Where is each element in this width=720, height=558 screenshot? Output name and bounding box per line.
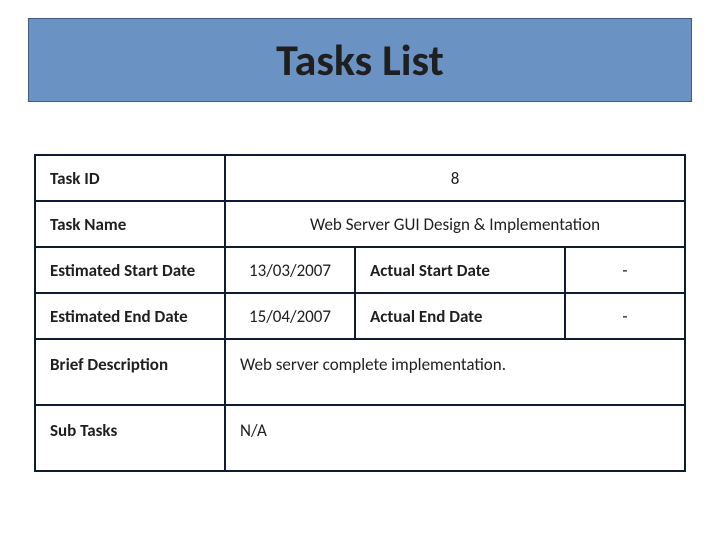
value-task-id: 8 bbox=[225, 155, 685, 201]
row-task-name: Task Name Web Server GUI Design & Implem… bbox=[35, 201, 685, 247]
row-task-id: Task ID 8 bbox=[35, 155, 685, 201]
title-banner: Tasks List bbox=[28, 18, 692, 102]
label-task-id: Task ID bbox=[35, 155, 225, 201]
row-est-end: Estimated End Date 15/04/2007 Actual End… bbox=[35, 293, 685, 339]
value-est-end: 15/04/2007 bbox=[225, 293, 355, 339]
value-task-name: Web Server GUI Design & Implementation bbox=[225, 201, 685, 247]
task-table: Task ID 8 Task Name Web Server GUI Desig… bbox=[34, 154, 686, 472]
label-sub-tasks: Sub Tasks bbox=[35, 405, 225, 471]
page-title: Tasks List bbox=[276, 33, 444, 87]
label-actual-start: Actual Start Date bbox=[355, 247, 565, 293]
row-sub-tasks: Sub Tasks N/A bbox=[35, 405, 685, 471]
row-brief-desc: Brief Description Web server complete im… bbox=[35, 339, 685, 405]
row-est-start: Estimated Start Date 13/03/2007 Actual S… bbox=[35, 247, 685, 293]
value-sub-tasks: N/A bbox=[225, 405, 685, 471]
label-actual-end: Actual End Date bbox=[355, 293, 565, 339]
label-brief-desc: Brief Description bbox=[35, 339, 225, 405]
value-brief-desc: Web server complete implementation. bbox=[225, 339, 685, 405]
label-est-start: Estimated Start Date bbox=[35, 247, 225, 293]
value-actual-start: - bbox=[565, 247, 685, 293]
label-est-end: Estimated End Date bbox=[35, 293, 225, 339]
value-est-start: 13/03/2007 bbox=[225, 247, 355, 293]
value-actual-end: - bbox=[565, 293, 685, 339]
label-task-name: Task Name bbox=[35, 201, 225, 247]
